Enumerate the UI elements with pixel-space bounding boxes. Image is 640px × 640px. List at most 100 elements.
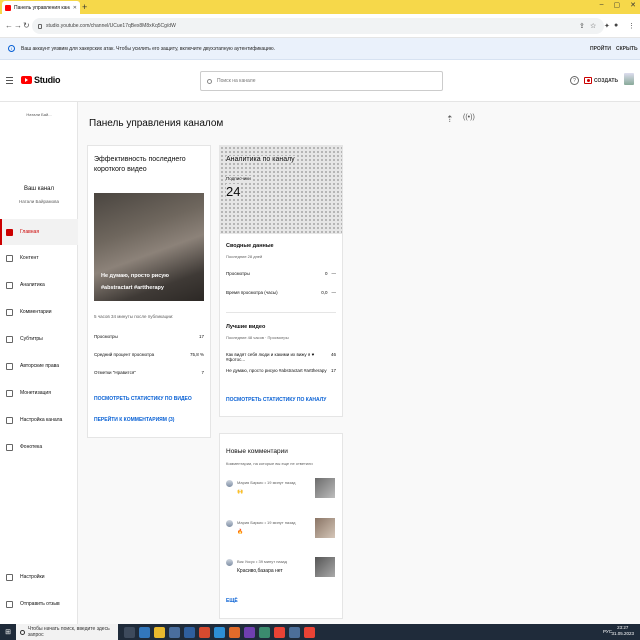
sidebar-item-feedback[interactable]: Отправить отзыв [0, 591, 78, 617]
app-icon[interactable] [259, 626, 270, 638]
premiere-icon[interactable] [244, 626, 255, 638]
sidebar-item-settings[interactable]: Настройки [0, 564, 78, 590]
top-video-row[interactable]: Не думаю, просто рисую #abstractart #art… [226, 368, 336, 373]
create-button[interactable]: СОЗДАТЬ [584, 74, 618, 87]
search-input[interactable] [217, 78, 436, 84]
sidebar-item-comments[interactable]: Комментарии [0, 299, 78, 325]
taskbar-apps [118, 626, 315, 638]
sidebar-item-dashboard[interactable]: Главная [0, 219, 78, 245]
edge-icon[interactable] [139, 626, 150, 638]
close-tab-icon[interactable]: ✕ [73, 5, 77, 11]
published-time: 5 часов 34 минуты после публикации: [94, 314, 174, 319]
hamburger-menu-icon[interactable] [6, 77, 13, 86]
lock-icon [38, 23, 42, 29]
browser-toolbar: ← → ↻ studio.youtube.com/channel/UCue17q… [0, 14, 640, 38]
extensions-icon[interactable]: ✦ [604, 22, 610, 30]
sidebar-item-subtitles[interactable]: Субтитры [0, 326, 78, 352]
card-subtitle: Комментарии, на которые вы еще не ответи… [226, 461, 313, 466]
profile-icon[interactable]: ● [614, 22, 618, 29]
store-icon[interactable] [169, 626, 180, 638]
app-icon[interactable] [289, 626, 300, 638]
customization-icon [6, 416, 13, 424]
new-tab-button[interactable]: + [82, 2, 87, 12]
sidebar-item-analytics[interactable]: Аналитика [0, 272, 78, 298]
feedback-icon [6, 600, 13, 608]
sidebar-item-content[interactable]: Контент [0, 245, 78, 271]
channel-search [200, 71, 443, 91]
go-live-icon[interactable]: ((•)) [463, 114, 475, 121]
taskbar: ⊞ Чтобы начать поиск, введите здесь запр… [0, 624, 640, 640]
analytics-icon [6, 281, 13, 289]
explorer-icon[interactable] [154, 626, 165, 638]
browser-tab[interactable]: Панель управления каналом ✕ [2, 1, 80, 14]
upload-icon[interactable]: ⇡ [446, 114, 454, 125]
infobar-message: Ваш аккаунт уязвим для хакерских атак. Ч… [21, 45, 275, 52]
sidebar-item-audio-library[interactable]: Фонотека [0, 434, 78, 460]
infobar-hide-button[interactable]: СКРЫТЬ [616, 46, 638, 52]
maximize-icon[interactable]: ▢ [614, 1, 621, 9]
sidebar-item-monetization[interactable]: Монетизация [0, 380, 78, 406]
infobar-go-button[interactable]: ПРОЙТИ [590, 46, 611, 52]
studio-header: Studio ? СОЗДАТЬ [0, 60, 640, 102]
avatar [226, 559, 233, 566]
tab-title: Панель управления каналом [14, 4, 70, 11]
taskbar-search[interactable]: Чтобы начать поиск, введите здесь запрос [16, 624, 118, 640]
subtitles-icon [6, 335, 13, 343]
avatar [226, 520, 233, 527]
content-icon [6, 254, 13, 262]
office-icon[interactable] [199, 626, 210, 638]
chrome-icon[interactable] [304, 626, 315, 638]
summary-period: Последние 28 дней [226, 254, 263, 259]
stat-row: Средний процент просмотра 75,8 % [94, 352, 204, 357]
menu-dots-icon[interactable]: ⋮ [628, 22, 635, 30]
youtube-favicon-icon [5, 4, 11, 11]
share-icon[interactable]: ⇪ [579, 22, 585, 30]
window-controls: – ▢ ✕ [600, 1, 636, 9]
summary-row: Время просмотра (часы) 0,0— [226, 290, 336, 295]
go-to-comments-link[interactable]: ПЕРЕЙТИ К КОММЕНТАРИЯМ (3) [94, 417, 174, 423]
video-thumbnail[interactable] [315, 478, 335, 498]
divider [226, 312, 336, 313]
new-comments-card: Новые комментарии Комментарии, на которы… [219, 433, 343, 619]
chrome-icon[interactable] [274, 626, 285, 638]
address-bar[interactable]: studio.youtube.com/channel/UCue17qBex8M8… [32, 18, 604, 34]
sidebar: Натали Бай... Ваш канал Натали Байрамова… [0, 102, 78, 624]
video-thumbnail[interactable] [315, 557, 335, 577]
search-icon [20, 629, 25, 635]
card-title: Аналитика по каналу [226, 156, 295, 163]
view-channel-stats-link[interactable]: ПОСМОТРЕТЬ СТАТИСТИКУ ПО КАНАЛУ [226, 397, 326, 403]
forward-icon[interactable]: → [14, 21, 22, 30]
top-video-row[interactable]: Как видят себя люди и какими их вижу я ♥… [226, 352, 336, 362]
audio-library-icon [6, 443, 13, 451]
main-content: Панель управления каналом ⇡ ((•)) Эффект… [78, 102, 640, 624]
channel-logo[interactable]: Натали Бай... [18, 112, 60, 117]
latest-short-card: Эффективность последнего короткого видео… [87, 145, 211, 438]
card-title: Эффективность последнего короткого видео [94, 156, 186, 173]
reload-icon[interactable]: ↻ [23, 21, 30, 30]
photoshop-icon[interactable] [184, 626, 195, 638]
view-video-stats-link[interactable]: ПОСМОТРЕТЬ СТАТИСТИКУ ПО ВИДЕО [94, 396, 192, 402]
page-title: Панель управления каналом [89, 118, 224, 129]
studio-logo[interactable]: Studio [21, 75, 61, 85]
sidebar-item-copyright[interactable]: Авторские права [0, 353, 78, 379]
search-icon [207, 78, 212, 84]
windows-start-icon[interactable]: ⊞ [0, 624, 16, 640]
channel-analytics-card: Аналитика по каналу Подписчики 24 Сводны… [219, 145, 343, 417]
clock[interactable]: 23:27 31.05.2023 [611, 625, 634, 637]
url-text: studio.youtube.com/channel/UCue17qBex8M8… [46, 23, 176, 29]
telegram-icon[interactable] [214, 626, 225, 638]
minimize-icon[interactable]: – [600, 1, 604, 9]
back-icon[interactable]: ← [5, 21, 13, 30]
bookmark-star-icon[interactable]: ☆ [590, 22, 596, 30]
more-comments-link[interactable]: ЕЩЁ [226, 598, 238, 604]
close-window-icon[interactable]: ✕ [630, 1, 636, 9]
account-avatar[interactable] [624, 73, 634, 85]
app-icon[interactable] [229, 626, 240, 638]
dashboard-icon [6, 228, 13, 236]
sidebar-item-customization[interactable]: Настройка канала [0, 407, 78, 433]
video-thumbnail[interactable]: Не думаю, просто рисую #abstractart #art… [94, 193, 204, 301]
top-videos-period: Последние 48 часов · Просмотры [226, 335, 289, 340]
task-view-icon[interactable] [124, 626, 135, 638]
video-thumbnail[interactable] [315, 518, 335, 538]
help-icon[interactable]: ? [570, 76, 579, 85]
